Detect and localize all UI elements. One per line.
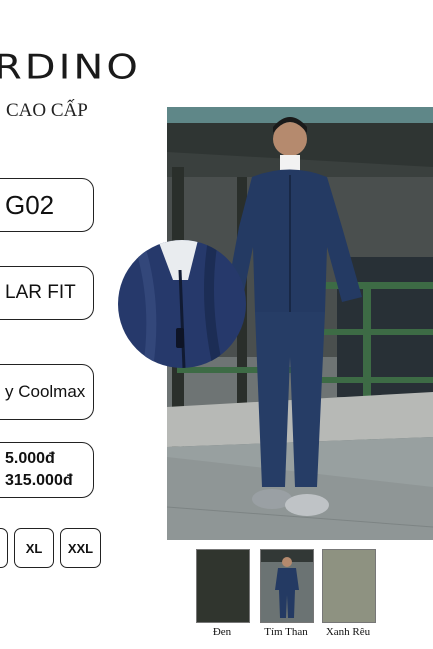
- color-label-den: Đen: [212, 626, 232, 638]
- size-label: XXL: [67, 540, 94, 556]
- product-code: G02: [5, 189, 55, 220]
- color-label-xanh-reu: Xanh Rêu: [325, 626, 371, 638]
- color-swatch-xanh-reu[interactable]: [322, 549, 376, 623]
- size-option-partial[interactable]: [0, 528, 8, 568]
- brand-tagline: CAO CẤP: [6, 100, 88, 121]
- zipper-detail-graphic: [118, 240, 246, 368]
- color-swatch-den[interactable]: [196, 549, 250, 623]
- size-option-xxl[interactable]: XXL: [60, 528, 101, 568]
- product-fit-box: LAR FIT: [0, 266, 94, 320]
- product-fit: LAR FIT: [5, 282, 76, 303]
- size-option-xl[interactable]: XL: [14, 528, 54, 568]
- brand-logo: RDINO: [0, 48, 141, 88]
- size-label: XL: [25, 540, 43, 556]
- price-original: 5.000đ: [5, 450, 55, 467]
- swatch-fill: [197, 550, 249, 622]
- color-label-tim-than: Tím Than: [264, 626, 308, 638]
- swatch-fill: [323, 550, 375, 622]
- product-fabric-box: y Coolmax: [0, 364, 94, 420]
- product-code-box: G02: [0, 178, 94, 232]
- product-fabric: y Coolmax: [5, 382, 86, 401]
- color-swatch-tim-than[interactable]: [260, 549, 314, 623]
- price-sale: 315.000đ: [5, 472, 73, 489]
- product-price-box: 5.000đ 315.000đ: [0, 442, 94, 498]
- zoom-circle-icon: [118, 240, 246, 368]
- swatch-model-thumbnail: [261, 550, 313, 622]
